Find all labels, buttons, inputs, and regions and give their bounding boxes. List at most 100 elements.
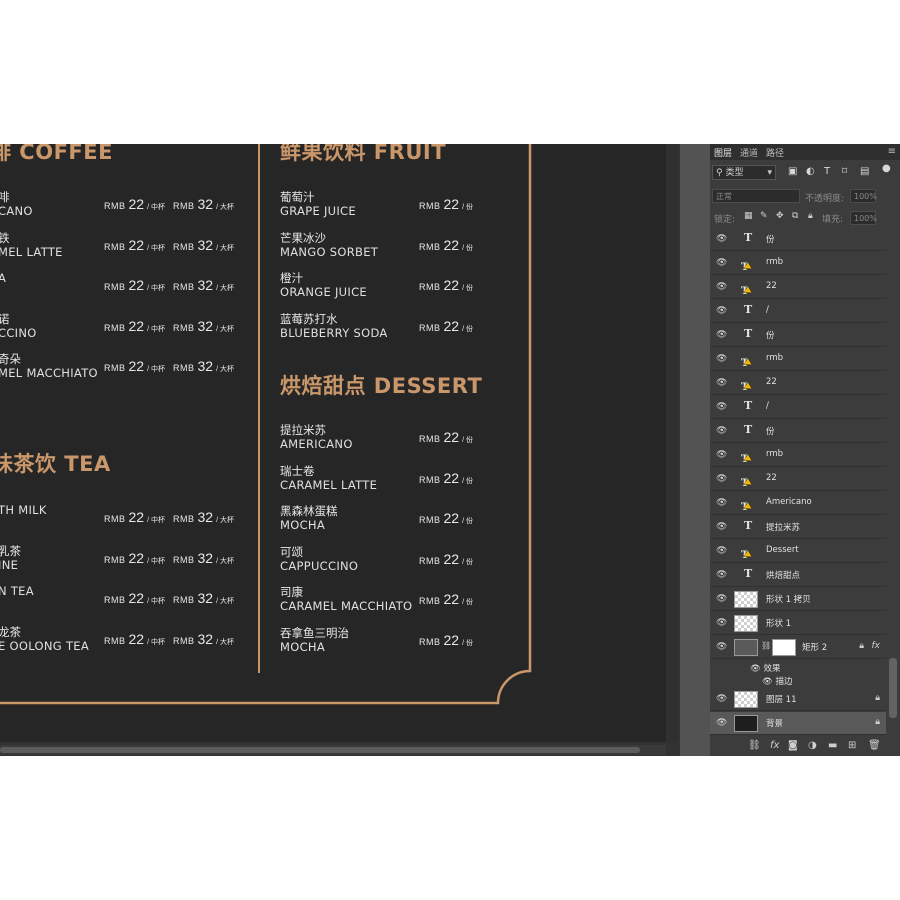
fx-icon[interactable]: fx <box>872 641 881 651</box>
layer-row[interactable]: 👁︎ 形状 1 拷贝 <box>710 588 886 611</box>
layer-name: 份 <box>766 427 775 437</box>
lock-artboard-icon[interactable]: ⧉ <box>792 211 798 221</box>
visibility-eye-icon[interactable]: 👁︎ <box>716 618 727 628</box>
adjustment-filter-icon[interactable]: ◐ <box>806 166 815 177</box>
layers-scrollbar[interactable] <box>886 228 900 736</box>
type-filter-icon[interactable]: T <box>824 166 830 177</box>
layer-row[interactable]: 👁︎ 形状 1 <box>710 612 886 635</box>
visibility-eye-icon[interactable]: 👁︎ <box>716 498 727 508</box>
layer-row[interactable]: 👁︎ T 份 <box>710 420 886 443</box>
new-layer-icon[interactable]: ⊞ <box>848 740 856 751</box>
new-group-icon[interactable]: ▬ <box>828 740 837 751</box>
visibility-eye-icon[interactable]: 👁︎ <box>716 642 727 652</box>
pixel-filter-icon[interactable]: ▣ <box>788 166 797 177</box>
text-layer-icon: T <box>744 303 753 316</box>
price-medium: RMB 22/ 中杯 <box>104 631 165 649</box>
layer-row[interactable]: 👁︎ T 22 <box>710 276 886 299</box>
layer-row[interactable]: 👁︎ T 份 <box>710 324 886 347</box>
visibility-eye-icon[interactable]: 👁︎ <box>716 522 727 532</box>
visibility-eye-icon[interactable]: 👁︎ <box>716 570 727 580</box>
tab-layers[interactable]: 图层 <box>714 146 732 159</box>
price-currency: RMB <box>173 282 195 292</box>
menu-document[interactable]: 啡 COFFEE 味茶饮 TEA 鲜果饮料 FRUIT 烘焙甜点 DESSERT… <box>0 144 666 742</box>
menu-item: 铁 MEL LATTE <box>0 231 63 259</box>
stroke-eye-icon[interactable]: 👁︎ <box>762 677 776 687</box>
scroll-thumb[interactable] <box>0 747 640 753</box>
price-value: 32 <box>197 509 214 525</box>
price-value: 22 <box>128 549 145 566</box>
lock-position-icon[interactable]: ✥ <box>776 211 784 221</box>
item-name-en: GRAPE JUICE <box>280 204 356 218</box>
layer-row[interactable]: 👁︎ T 份 <box>710 228 886 251</box>
layer-row[interactable]: 👁︎ T / <box>710 396 886 419</box>
filter-toggle-icon[interactable]: ● <box>882 163 891 174</box>
layers-scroll-thumb[interactable] <box>889 658 897 718</box>
layer-row[interactable]: 👁︎ T Americano <box>710 492 886 515</box>
price-unit: / 大杯 <box>216 517 234 524</box>
add-mask-icon[interactable]: ◙ <box>788 740 798 751</box>
canvas-area[interactable]: 啡 COFFEE 味茶饮 TEA 鲜果饮料 FRUIT 烘焙甜点 DESSERT… <box>0 144 680 756</box>
item-name-en: CARAMEL LATTE <box>280 477 378 492</box>
stroke-effect-row[interactable]: 👁︎ 描边 <box>762 675 793 687</box>
lock-transparent-icon[interactable]: ▦ <box>744 211 753 221</box>
add-style-icon[interactable]: fx <box>770 740 779 751</box>
menu-item: 提拉米苏 AMERICANO <box>280 423 353 451</box>
visibility-eye-icon[interactable]: 👁︎ <box>716 258 727 268</box>
item-name-cn: 芒果冰沙 <box>280 230 326 245</box>
price-medium: RMB 22/ 份 <box>419 237 473 255</box>
layer-row[interactable]: 👁︎ T Dessert <box>710 540 886 563</box>
tab-paths[interactable]: 路径 <box>766 146 784 159</box>
blend-options-row: 正常 不透明度: 100% <box>710 186 900 206</box>
visibility-eye-icon[interactable]: 👁︎ <box>716 402 727 412</box>
layer-row[interactable]: 👁︎ T 提拉米苏 <box>710 516 886 539</box>
visibility-eye-icon[interactable]: 👁︎ <box>716 330 727 340</box>
visibility-eye-icon[interactable]: 👁︎ <box>716 282 727 292</box>
visibility-eye-icon[interactable]: 👁︎ <box>716 718 727 728</box>
smart-object-filter-icon[interactable]: ▤ <box>860 166 869 177</box>
layer-name: Americano <box>766 497 812 507</box>
effects-eye-icon[interactable]: 👁︎ <box>750 664 764 674</box>
price-currency: RMB <box>419 282 441 292</box>
visibility-eye-icon[interactable]: 👁︎ <box>716 354 727 364</box>
layer-row[interactable]: 👁︎ ⛓ 矩形 2 🔒︎ fx <box>710 636 886 659</box>
item-name-cn: 可颂 <box>280 544 303 559</box>
blend-mode-select[interactable]: 正常 <box>712 189 800 203</box>
panel-menu-icon[interactable]: ≡ <box>888 146 896 157</box>
layer-row[interactable]: 👁︎ T 22 <box>710 372 886 395</box>
visibility-eye-icon[interactable]: 👁︎ <box>716 306 727 316</box>
shape-filter-icon[interactable]: ⌑ <box>842 166 847 177</box>
vertical-scrollbar[interactable] <box>668 144 678 742</box>
price-medium: RMB 22/ 中杯 <box>104 550 165 568</box>
visibility-eye-icon[interactable]: 👁︎ <box>716 546 727 556</box>
layer-row[interactable]: 👁︎ 背景 🔒︎ <box>710 712 886 735</box>
delete-layer-icon[interactable]: 🗑︎ <box>868 740 881 751</box>
text-layer-icon: T <box>744 399 753 412</box>
layer-name: 提拉米苏 <box>766 523 801 533</box>
layer-row[interactable]: 👁︎ 图层 11 🔒︎ <box>710 688 886 711</box>
tab-channels[interactable]: 通道 <box>740 146 758 159</box>
filter-kind-select[interactable]: ⚲ 类型 ▾ <box>712 165 776 180</box>
new-adjustment-icon[interactable]: ◑ <box>808 740 817 751</box>
horizontal-scrollbar[interactable] <box>0 745 666 755</box>
visibility-eye-icon[interactable]: 👁︎ <box>716 694 727 704</box>
layer-row[interactable]: 👁︎ T / <box>710 300 886 323</box>
effects-row[interactable]: 👁︎ 效果 <box>750 662 781 674</box>
visibility-eye-icon[interactable]: 👁︎ <box>716 426 727 436</box>
visibility-eye-icon[interactable]: 👁︎ <box>716 474 727 484</box>
layer-row[interactable]: 👁︎ T 22 <box>710 468 886 491</box>
layer-row[interactable]: 👁︎ T 烘焙甜点 <box>710 564 886 587</box>
fill-input[interactable]: 100% <box>850 211 877 225</box>
layer-row[interactable]: 👁︎ Trmb <box>710 252 886 275</box>
menu-item: 乳茶 INE <box>0 544 21 572</box>
lock-pixels-icon[interactable]: ✎ <box>760 211 768 221</box>
visibility-eye-icon[interactable]: 👁︎ <box>716 234 727 244</box>
price-value: 22 <box>128 590 145 606</box>
visibility-eye-icon[interactable]: 👁︎ <box>716 594 727 604</box>
lock-all-icon[interactable]: 🔒︎ <box>808 211 813 221</box>
visibility-eye-icon[interactable]: 👁︎ <box>716 378 727 388</box>
link-layers-icon[interactable]: ⛓ <box>748 740 761 751</box>
layer-row[interactable]: 👁︎ Trmb <box>710 444 886 467</box>
opacity-input[interactable]: 100% <box>850 189 877 203</box>
visibility-eye-icon[interactable]: 👁︎ <box>716 450 727 460</box>
layer-row[interactable]: 👁︎ Trmb <box>710 348 886 371</box>
